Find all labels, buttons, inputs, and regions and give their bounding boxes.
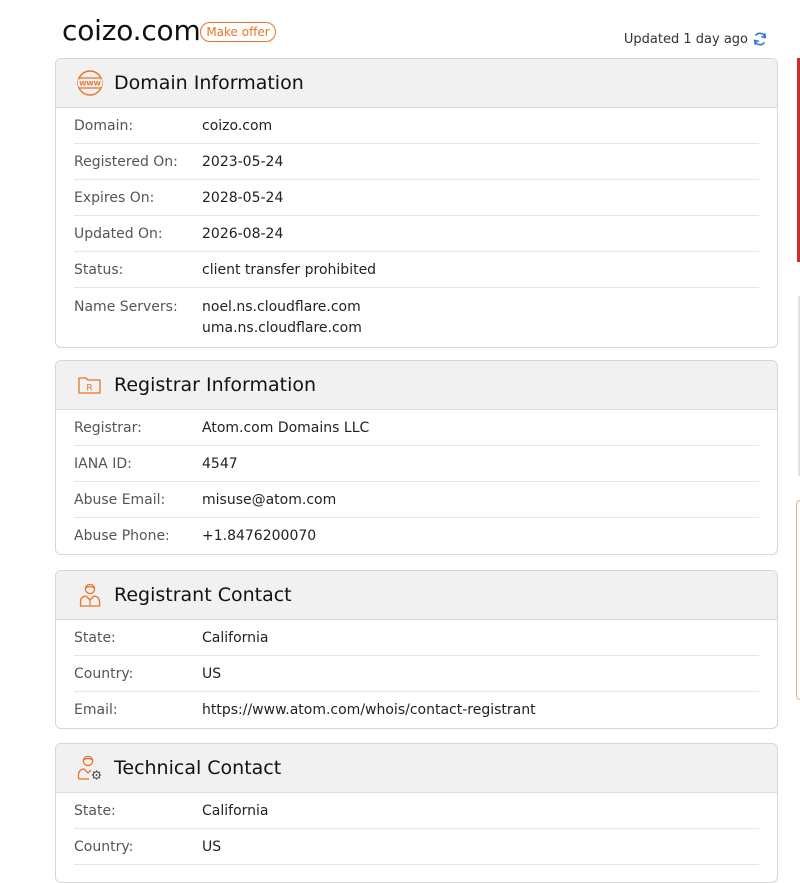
info-row: State: California [74,793,759,829]
row-label: Email: [74,702,118,718]
row-label: IANA ID: [74,455,132,472]
row-value: California [202,802,269,819]
card-header: WWW Domain Information [56,59,777,108]
info-row: IANA ID: 4547 [74,446,759,482]
card-header: R Registrar Information [56,361,777,410]
row-label: State: [74,629,116,646]
info-row: Registered On: 2023-05-24 [74,144,759,180]
page-header: coizo.com Make offer Updated 1 day ago [0,0,800,58]
row-value: client transfer prohibited [202,261,377,278]
info-row: Name Servers: noel.ns.cloudflare.com uma… [74,288,759,347]
row-label: Name Servers: [74,299,178,315]
row-value: 2023-05-24 [202,153,284,170]
row-label: Updated On: [74,225,163,242]
updated-status: Updated 1 day ago [624,30,768,48]
svg-text:WWW: WWW [79,80,101,88]
card-title: Registrant Contact [114,584,292,606]
row-label: Expires On: [74,189,155,206]
make-offer-button[interactable]: Make offer [200,22,276,42]
row-label: State: [74,802,116,819]
row-value: US [202,665,222,682]
row-value: 2028-05-24 [202,189,284,206]
row-value: 2026-08-24 [202,225,284,242]
domain-title: coizo.com [62,14,201,47]
row-label: Country: [74,665,134,682]
person-icon [76,581,104,609]
info-row: Registrar: Atom.com Domains LLC [74,410,759,446]
www-icon: WWW [76,69,104,97]
info-row: Abuse Phone: +1.8476200070 [74,518,759,554]
card-header: Registrant Contact [56,571,777,620]
registrar-information-card: R Registrar Information Registrar: Atom.… [55,360,778,555]
refresh-icon[interactable] [752,31,768,47]
row-label: Status: [74,261,124,278]
card-title: Technical Contact [114,757,282,779]
row-value: California [202,629,269,646]
name-server-link: uma.ns.cloudflare.com [202,320,362,336]
info-row: Country: US [74,829,759,865]
name-server-link: noel.ns.cloudflare.com [202,299,361,315]
registrar-folder-icon: R [76,371,104,399]
person-gear-icon [76,754,104,782]
row-value: noel.ns.cloudflare.com uma.ns.cloudflare… [202,297,362,339]
row-value: coizo.com [202,117,273,134]
row-label: Country: [74,838,134,855]
row-label: Registered On: [74,153,178,170]
side-panel-edge [796,500,800,700]
info-row: Country: US [74,656,759,692]
row-label: Domain: [74,117,134,134]
info-row: Domain: coizo.com [74,108,759,144]
info-row: Status: client transfer prohibited [74,252,759,288]
updated-text: Updated 1 day ago [623,31,748,47]
info-row: Expires On: 2028-05-24 [74,180,759,216]
info-row: Abuse Email: misuse@atom.com [74,482,759,518]
card-header: Technical Contact [56,744,777,793]
row-value: https://www.atom.com/whois/contact-regis… [202,702,536,718]
domain-information-card: WWW Domain Information Domain: coizo.com… [55,58,778,348]
row-value: +1.8476200070 [202,528,317,544]
row-value: US [202,838,222,855]
card-title: Registrar Information [114,374,317,396]
row-label: Registrar: [74,419,142,436]
row-value: Atom.com Domains LLC [202,419,370,436]
card-title: Domain Information [114,72,304,94]
row-label: Abuse Email: [74,491,166,508]
info-row: Email: https://www.atom.com/whois/contac… [74,692,759,728]
row-value: 4547 [202,455,238,472]
technical-contact-card: Technical Contact State: California Coun… [55,743,778,883]
registrar-icon-letter: R [86,384,92,394]
info-row: Updated On: 2026-08-24 [74,216,759,252]
row-value: misuse@atom.com [202,491,337,508]
info-row: State: California [74,620,759,656]
row-label: Abuse Phone: [74,528,170,544]
registrant-contact-card: Registrant Contact State: California Cou… [55,570,778,729]
